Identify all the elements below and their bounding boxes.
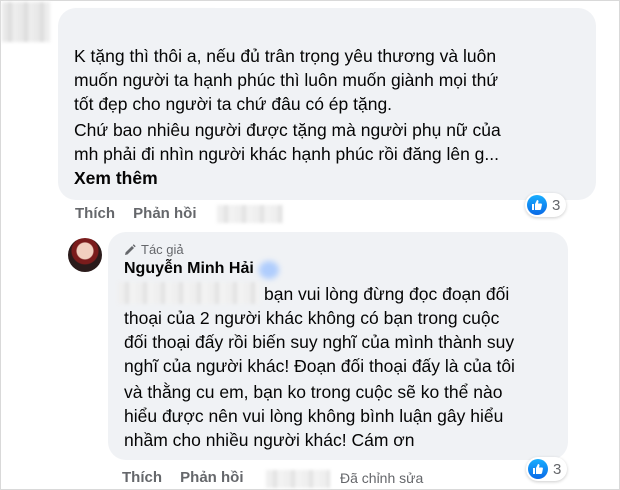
comment-text-line: tốt đẹp cho người ta chứ đâu có ép tặng. xyxy=(74,94,393,114)
reply-text-line: và thằng cu em, bạn ko trong cuộc sẽ ko … xyxy=(124,382,503,402)
reply-text-line: nhầm cho nhiều người khác! Cám ơn xyxy=(124,430,415,450)
reply-button[interactable]: Phản hồi xyxy=(180,469,243,486)
reply-text-line: nghĩ của người khác! Đoạn đối thoại đấy … xyxy=(124,356,515,376)
thumbs-up-icon xyxy=(527,195,547,215)
comment-actions: Thích Phản hồi xyxy=(75,205,197,222)
see-more-link[interactable]: Xem thêm xyxy=(74,168,158,189)
reaction-count: 3 xyxy=(552,196,561,214)
author-name[interactable]: Nguyễn Minh Hải xyxy=(124,260,254,278)
reply-text-line: đối thoại đấy rồi biến suy nghĩ của mình… xyxy=(124,332,515,352)
redacted-badge xyxy=(259,261,279,279)
comment-text-line: muốn người ta hạnh phúc thì luôn muốn gi… xyxy=(74,70,499,90)
redacted-timestamp xyxy=(217,205,283,223)
reaction-badge[interactable]: 3 xyxy=(525,193,567,217)
like-button[interactable]: Thích xyxy=(75,205,115,222)
redacted-timestamp xyxy=(266,470,330,488)
reply-text-line: hiểu được nên vui lòng không bình luận g… xyxy=(124,406,504,426)
author-badge-label: Tác giả xyxy=(141,242,184,257)
like-button[interactable]: Thích xyxy=(122,469,162,486)
comment-text-line: Chứ bao nhiêu người được tặng mà người p… xyxy=(74,120,501,140)
reaction-badge[interactable]: 3 xyxy=(526,457,568,481)
author-badge: Tác giả xyxy=(124,242,184,257)
redacted-mention xyxy=(118,282,260,304)
reply-actions: Thích Phản hồi xyxy=(122,469,244,486)
comment-text-line: K tặng thì thôi a, nếu đủ trân trọng yêu… xyxy=(74,46,497,66)
comment-bubble: K tặng thì thôi a, nếu đủ trân trọng yêu… xyxy=(58,8,596,200)
reply-text-line: bạn vui lòng đừng đọc đoạn đối xyxy=(264,284,510,304)
reaction-count: 3 xyxy=(553,460,562,478)
reply-text-line: thoại của 2 người khác không có bạn tron… xyxy=(124,308,500,328)
pencil-icon xyxy=(125,243,136,255)
redacted-avatar xyxy=(2,2,50,42)
reply-button[interactable]: Phản hồi xyxy=(133,205,196,222)
avatar[interactable] xyxy=(68,238,102,272)
reply-bubble: Tác giả Nguyễn Minh Hải bạn vui lòng đừn… xyxy=(108,232,568,460)
comment-text-line: mh phải đi nhìn người khác hạnh phúc rồi… xyxy=(74,144,499,164)
edited-label: Đã chỉnh sửa xyxy=(340,470,424,486)
thumbs-up-icon xyxy=(528,459,548,479)
